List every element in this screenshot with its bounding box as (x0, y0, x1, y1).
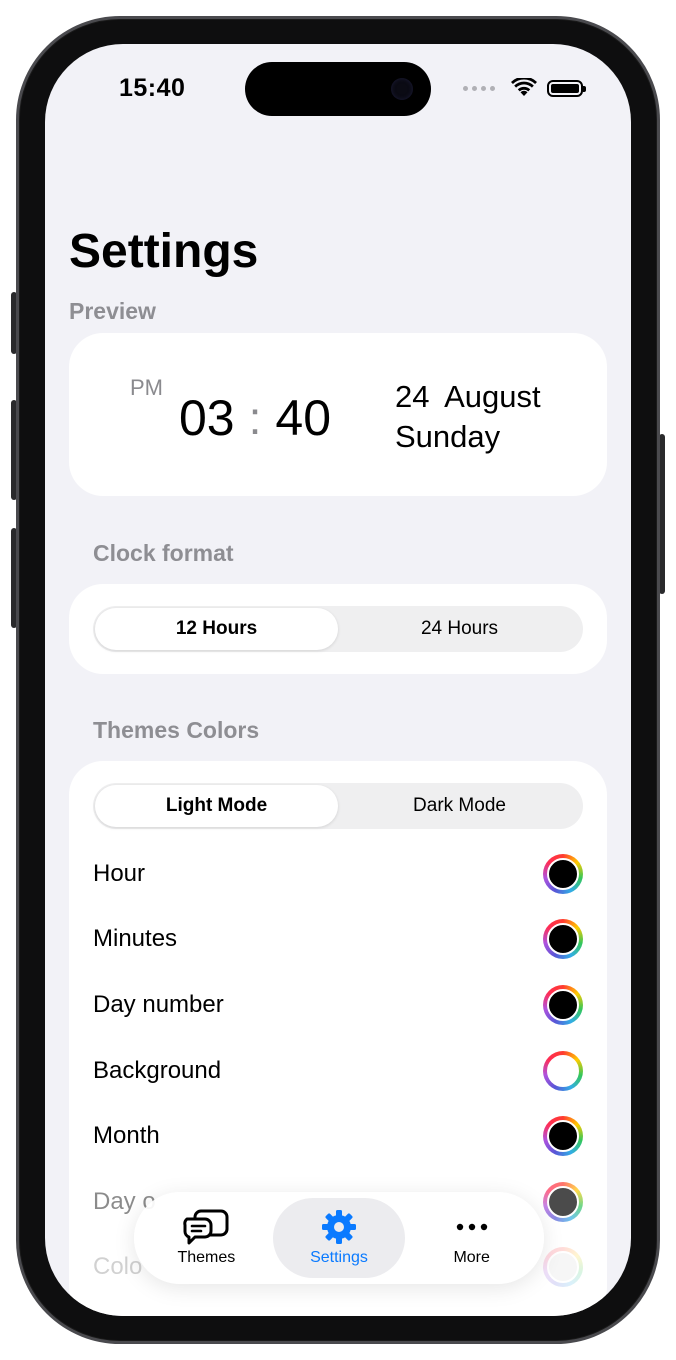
theme-mode-segmented-control: Light Mode Dark Mode (93, 783, 583, 829)
color-picker-icon[interactable] (543, 1116, 583, 1156)
tab-more[interactable]: More (405, 1198, 538, 1278)
dynamic-island (245, 62, 431, 116)
date-day: 24 (395, 379, 430, 414)
color-picker-icon[interactable] (543, 1247, 583, 1287)
status-icons (463, 78, 586, 98)
preview-label: Preview (69, 298, 156, 324)
wifi-icon (511, 78, 537, 96)
color-row-label: Minutes (93, 925, 178, 952)
color-row-label: Day number (93, 991, 224, 1018)
color-picker-icon[interactable] (543, 1182, 583, 1222)
preview-card: PM 03 : 40 24 August Sunday (69, 333, 607, 496)
color-picker-icon[interactable] (543, 985, 583, 1025)
screen: 15:40 Settings Preview PM 03 : 40 24 Aug… (45, 44, 631, 1316)
clock-format-card: 12 Hours 24 Hours (69, 584, 607, 674)
color-row-hour[interactable]: Hour (93, 849, 583, 899)
tab-label: Settings (310, 1249, 368, 1266)
gear-icon (322, 1210, 356, 1244)
segment-12-hours[interactable]: 12 Hours (95, 608, 338, 650)
weekday: Sunday (395, 419, 501, 454)
color-picker-icon[interactable] (543, 854, 583, 894)
clock-format-segmented-control: 12 Hours 24 Hours (93, 606, 583, 652)
color-row-minutes[interactable]: Minutes (93, 914, 583, 964)
cellular-icon (463, 85, 495, 91)
themes-colors-label: Themes Colors (93, 717, 260, 743)
color-picker-icon[interactable] (543, 1051, 583, 1091)
tab-themes[interactable]: Themes (140, 1198, 273, 1278)
clock-hour: 03 (179, 390, 235, 446)
segment-dark-mode[interactable]: Dark Mode (338, 785, 581, 827)
color-row-label: Colo (93, 1253, 143, 1280)
tab-label: Themes (177, 1249, 236, 1266)
color-row-background[interactable]: Background (93, 1046, 583, 1096)
tab-settings[interactable]: Settings (272, 1198, 406, 1278)
segment-light-mode[interactable]: Light Mode (95, 785, 338, 827)
battery-icon (547, 79, 586, 97)
clock-separator: : (248, 392, 262, 444)
ellipsis-icon (456, 1223, 487, 1231)
color-row-month[interactable]: Month (93, 1111, 583, 1161)
color-row-label: Background (93, 1057, 222, 1084)
color-row-label: Hour (93, 860, 146, 887)
ampm-indicator: PM (130, 375, 163, 400)
tab-label: More (453, 1249, 490, 1266)
date-line: 24 August (395, 379, 541, 415)
tab-bar: Themes Settings More (134, 1192, 544, 1284)
color-picker-icon[interactable] (543, 919, 583, 959)
clock-time: 03 : 40 (179, 389, 331, 447)
color-row-day-number[interactable]: Day number (93, 980, 583, 1030)
color-row-label: Month (93, 1122, 160, 1149)
camera-icon (391, 78, 413, 100)
page-title: Settings (69, 225, 259, 278)
clock-format-label: Clock format (93, 540, 234, 566)
date-month: August (444, 379, 541, 414)
status-time: 15:40 (119, 74, 186, 102)
clock-minute: 40 (275, 390, 332, 446)
chat-bubbles-icon (183, 1209, 229, 1245)
segment-24-hours[interactable]: 24 Hours (338, 608, 581, 650)
